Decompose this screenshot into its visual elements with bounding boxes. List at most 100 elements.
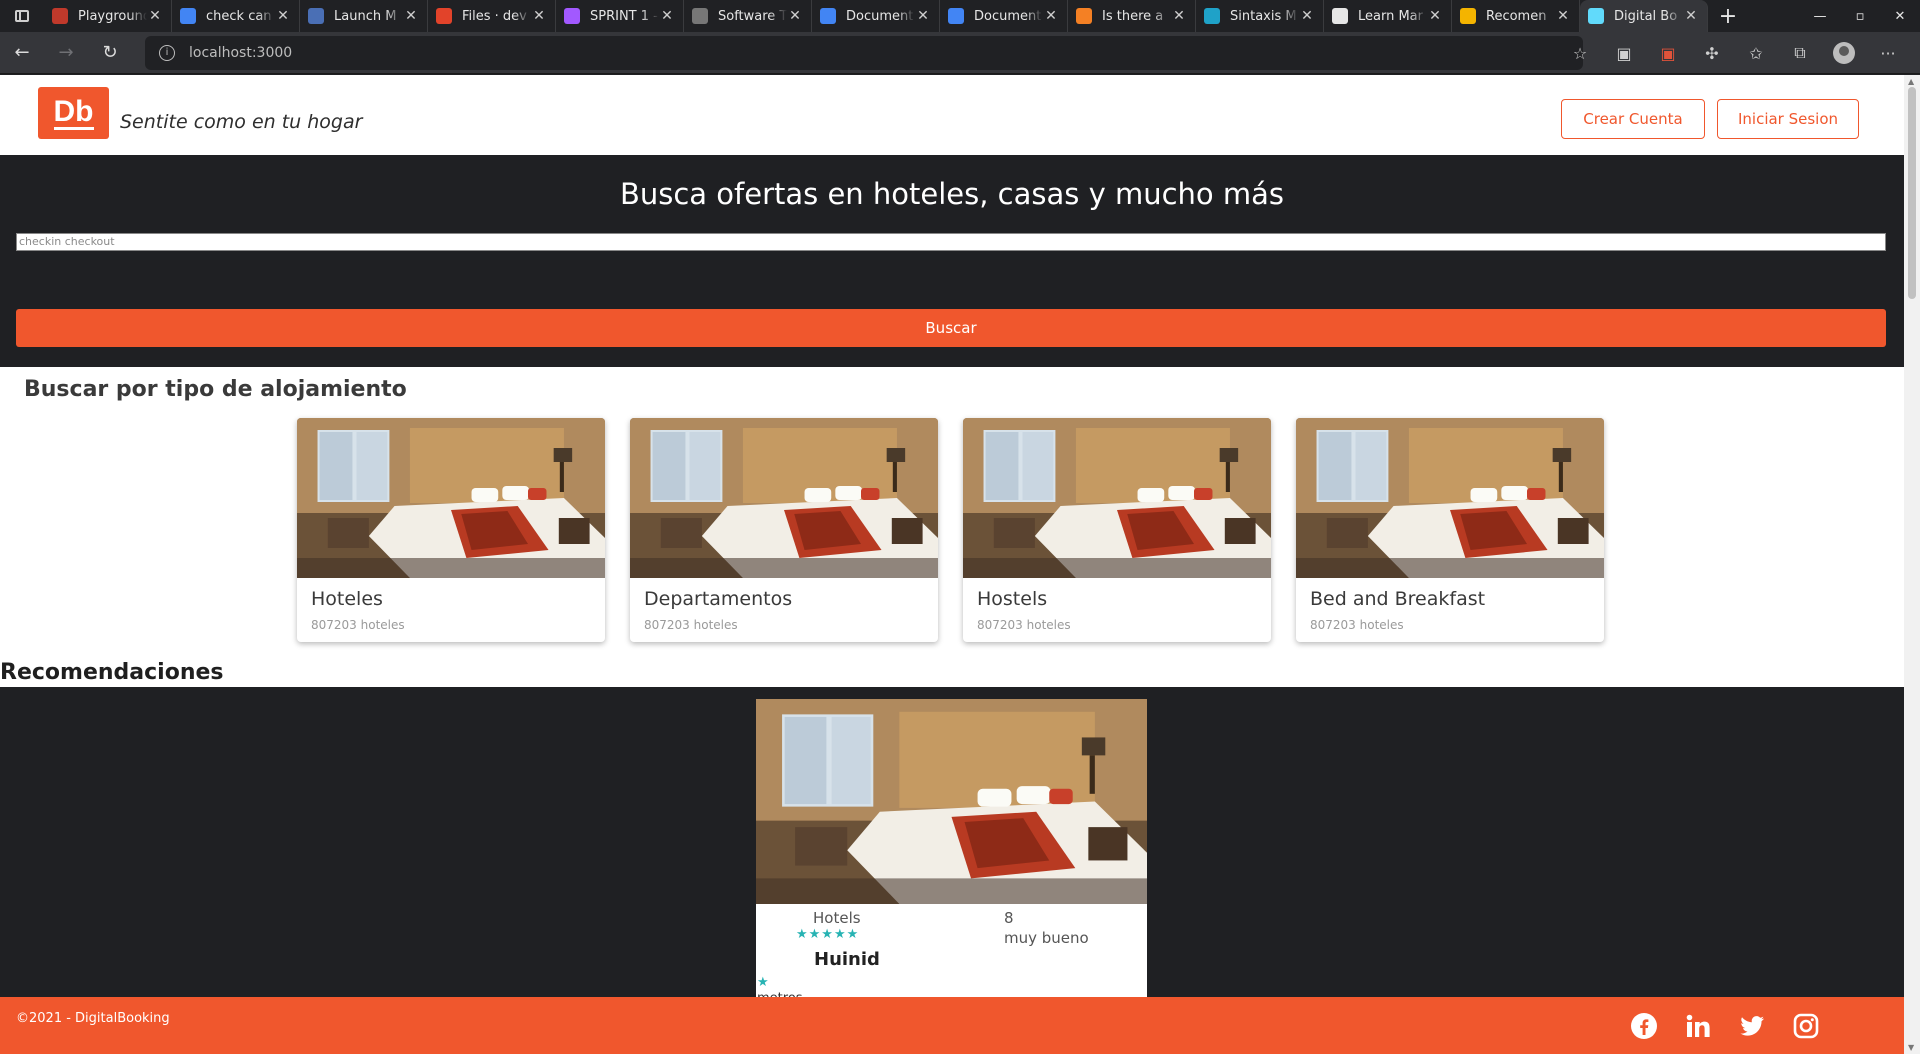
tab-favicon-icon: [436, 8, 452, 24]
category-count: 807203 hoteles: [644, 618, 738, 632]
browser-tab-bar: Playground ✕ check can ✕ Launch M ✕ File…: [0, 0, 1920, 32]
tab-title: Software T: [718, 8, 787, 24]
category-photo: [963, 418, 1271, 578]
browser-tab[interactable]: Document ✕: [812, 0, 940, 32]
tab-favicon-icon: [1588, 8, 1604, 24]
close-tab-icon[interactable]: ✕: [531, 8, 547, 24]
browser-tab[interactable]: Is there a ✕: [1068, 0, 1196, 32]
tab-title: Recomen: [1486, 8, 1547, 24]
recommendation-score-label: muy bueno: [1004, 929, 1089, 947]
close-tab-icon[interactable]: ✕: [275, 8, 291, 24]
tab-title: Learn Mar: [1358, 8, 1423, 24]
category-card[interactable]: Hoteles 807203 hoteles: [297, 418, 605, 642]
favorites-icon[interactable]: ✩: [1734, 44, 1778, 63]
tab-title: Digital Bo: [1614, 8, 1678, 24]
tab-favicon-icon: [1204, 8, 1220, 24]
extensions-puzzle-icon[interactable]: ✣: [1690, 44, 1734, 63]
slogan: Sentite como en tu hogar: [120, 111, 363, 133]
category-photo: [297, 418, 605, 578]
browser-tab[interactable]: check can ✕: [172, 0, 300, 32]
scroll-down-icon[interactable]: ▼: [1908, 1043, 1914, 1052]
tab-actions-button[interactable]: [0, 0, 44, 32]
category-card[interactable]: Hostels 807203 hoteles: [963, 418, 1271, 642]
close-tab-icon[interactable]: ✕: [1299, 8, 1315, 24]
social-links: [1628, 1010, 1822, 1042]
close-tab-icon[interactable]: ✕: [403, 8, 419, 24]
facebook-icon[interactable]: [1628, 1010, 1660, 1042]
site-footer: ©2021 - DigitalBooking: [0, 997, 1904, 1054]
close-tab-icon[interactable]: ✕: [1555, 8, 1571, 24]
forward-button[interactable]: →: [44, 35, 88, 71]
browser-tab[interactable]: Files · dev ✕: [428, 0, 556, 32]
instagram-icon[interactable]: [1790, 1010, 1822, 1042]
tab-title: Is there a: [1102, 8, 1164, 24]
twitter-icon[interactable]: [1736, 1010, 1768, 1042]
browser-toolbar: ☆ ▣ ▣ ✣ ✩ ⧉ ···: [1558, 32, 1910, 74]
browser-tab[interactable]: Playground ✕: [44, 0, 172, 32]
extension-icon[interactable]: ▣: [1602, 44, 1646, 63]
login-button[interactable]: Iniciar Sesion: [1717, 99, 1859, 139]
logo[interactable]: Db: [38, 87, 109, 139]
browser-tab[interactable]: Document ✕: [940, 0, 1068, 32]
tab-favicon-icon: [948, 8, 964, 24]
tab-title: check can: [206, 8, 272, 24]
collections-icon[interactable]: ⧉: [1778, 43, 1822, 63]
category-name: Hoteles: [311, 588, 383, 610]
recommendation-card[interactable]: Hotels ★★★★★ 8 muy bueno Huinid ★ metros: [756, 699, 1147, 997]
site-info-icon[interactable]: i: [159, 45, 175, 61]
profile-button[interactable]: [1822, 42, 1866, 64]
close-tab-icon[interactable]: ✕: [1427, 8, 1443, 24]
add-favorite-icon[interactable]: ☆: [1558, 44, 1602, 63]
close-tab-icon[interactable]: ✕: [787, 8, 803, 24]
close-tab-icon[interactable]: ✕: [147, 8, 163, 24]
create-account-button[interactable]: Crear Cuenta: [1561, 99, 1705, 139]
tab-title: Playground: [78, 8, 147, 24]
category-card[interactable]: Departamentos 807203 hoteles: [630, 418, 938, 642]
tab-title: Files · dev: [462, 8, 527, 24]
browser-tab[interactable]: Learn Mar ✕: [1324, 0, 1452, 32]
recommendations-title: Recomendaciones: [0, 660, 224, 685]
scroll-up-icon[interactable]: ▲: [1908, 77, 1914, 86]
category-cards: Hoteles 807203 hoteles Departamentos 807…: [297, 418, 1604, 642]
scrollbar-thumb[interactable]: [1908, 87, 1916, 299]
room-photo: [756, 699, 1147, 904]
browser-tab[interactable]: SPRINT 1 - ✕: [556, 0, 684, 32]
browser-tab[interactable]: Software T ✕: [684, 0, 812, 32]
close-tab-icon[interactable]: ✕: [1171, 8, 1187, 24]
browser-tab[interactable]: Digital Bo ✕: [1580, 0, 1708, 32]
copyright: ©2021 - DigitalBooking: [16, 1011, 170, 1026]
search-button[interactable]: Buscar: [16, 309, 1886, 347]
tab-favicon-icon: [308, 8, 324, 24]
page-scrollbar[interactable]: ▲ ▼: [1904, 75, 1920, 1054]
minimize-button[interactable]: —: [1800, 0, 1840, 32]
category-count: 807203 hoteles: [977, 618, 1071, 632]
address-bar: ← → ↻ i localhost:3000 ☆ ▣ ▣ ✣ ✩ ⧉ ···: [0, 32, 1920, 74]
category-card[interactable]: Bed and Breakfast 807203 hoteles: [1296, 418, 1604, 642]
tab-favicon-icon: [564, 8, 580, 24]
browser-tab[interactable]: Recomen ✕: [1452, 0, 1580, 32]
more-menu-icon[interactable]: ···: [1866, 44, 1910, 63]
category-name: Bed and Breakfast: [1310, 588, 1486, 610]
close-tab-icon[interactable]: ✕: [915, 8, 931, 24]
extension-red-icon[interactable]: ▣: [1646, 44, 1690, 63]
recommendation-score: 8: [1004, 909, 1014, 927]
close-tab-icon[interactable]: ✕: [1043, 8, 1059, 24]
url-input[interactable]: i localhost:3000: [145, 36, 1583, 70]
close-tab-icon[interactable]: ✕: [659, 8, 675, 24]
new-tab-button[interactable]: +: [1708, 4, 1748, 29]
maximize-button[interactable]: ▫: [1840, 0, 1880, 32]
close-tab-icon[interactable]: ✕: [1683, 8, 1699, 24]
url-text: localhost:3000: [189, 45, 293, 61]
category-count: 807203 hoteles: [311, 618, 405, 632]
tab-favicon-icon: [180, 8, 196, 24]
close-window-button[interactable]: ✕: [1880, 0, 1920, 32]
linkedin-icon[interactable]: [1682, 1010, 1714, 1042]
tab-favicon-icon: [1076, 8, 1092, 24]
back-button[interactable]: ←: [0, 35, 44, 71]
browser-tab[interactable]: Sintaxis M ✕: [1196, 0, 1324, 32]
logo-text: Db: [53, 94, 94, 130]
date-range-input[interactable]: checkin checkout: [16, 233, 1886, 251]
browser-tab[interactable]: Launch M ✕: [300, 0, 428, 32]
reload-button[interactable]: ↻: [88, 35, 132, 71]
category-name: Hostels: [977, 588, 1048, 610]
